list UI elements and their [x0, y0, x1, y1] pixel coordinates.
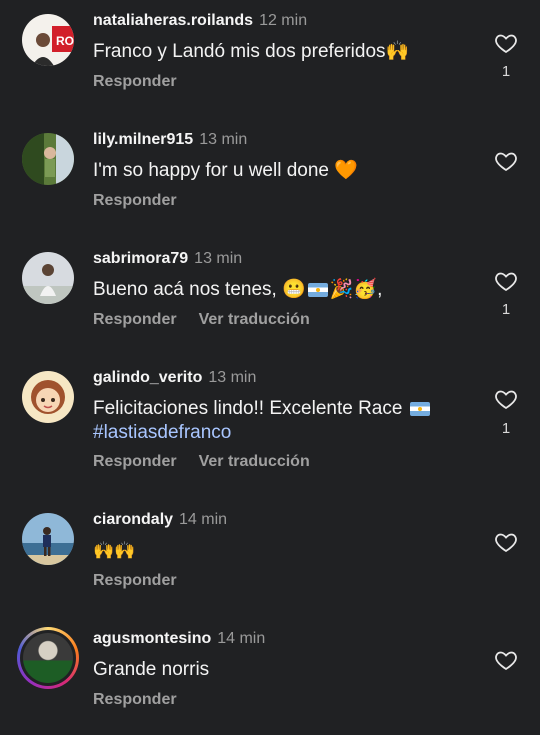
comment-time: 13 min [208, 369, 257, 386]
heart-outline-icon[interactable] [494, 269, 518, 293]
comment-username[interactable]: agusmontesino [93, 630, 211, 647]
reply-button[interactable]: Responder [93, 572, 177, 589]
heart-outline-icon[interactable] [494, 530, 518, 554]
comment-text-main: Bueno acá nos tenes, 😬 [93, 279, 306, 300]
like-count: 1 [501, 420, 511, 437]
comment-time: 14 min [179, 511, 228, 528]
comment-username[interactable]: ciarondaly [93, 511, 173, 528]
comment-time: 12 min [259, 12, 308, 29]
heart-outline-icon[interactable] [494, 149, 518, 173]
comment-meta: sabrimora79 13 min [93, 250, 242, 268]
comment-time: 13 min [199, 131, 248, 148]
comment-text-tail: 🎉🥳, [329, 279, 383, 300]
avatar[interactable] [22, 133, 74, 185]
comment-text: Felicitaciones lindo!! Excelente Race #l… [93, 397, 443, 445]
avatar-image [23, 633, 73, 683]
argentina-flag-icon [307, 282, 328, 297]
avatar[interactable] [22, 371, 74, 423]
comment-text: Franco y Landó mis dos preferidos🙌 [93, 41, 410, 62]
comment-username[interactable]: nataliaheras.roilands [93, 12, 253, 29]
like-count: 1 [501, 301, 511, 318]
comment-meta: agusmontesino 14 min [93, 630, 265, 648]
hashtag-link[interactable]: #lastiasdefranco [93, 421, 443, 445]
comment-actions: Responder [93, 73, 177, 91]
comment-username[interactable]: sabrimora79 [93, 250, 188, 267]
see-translation-button[interactable]: Ver traducción [199, 453, 310, 470]
reply-button[interactable]: Responder [93, 691, 177, 708]
comment-text: Grande norris [93, 659, 210, 680]
comment-text: 🙌🙌 [93, 541, 136, 561]
heart-outline-icon[interactable] [494, 31, 518, 55]
argentina-flag-icon [409, 401, 430, 416]
avatar[interactable] [22, 513, 74, 565]
reply-button[interactable]: Responder [93, 453, 177, 470]
comment-meta: nataliaheras.roilands 12 min [93, 12, 307, 30]
comment-time: 13 min [194, 250, 243, 267]
comment-time: 14 min [217, 630, 266, 647]
like-count: 1 [501, 63, 511, 80]
comment-username[interactable]: lily.milner915 [93, 131, 193, 148]
avatar [20, 630, 76, 686]
comment-text-main: Felicitaciones lindo!! Excelente Race [93, 398, 403, 419]
avatar[interactable]: RO [22, 14, 74, 66]
avatar-story-ring[interactable] [17, 627, 79, 689]
comment-actions: Responder Ver traducción [93, 311, 310, 329]
heart-outline-icon[interactable] [494, 648, 518, 672]
heart-outline-icon[interactable] [494, 387, 518, 411]
see-translation-button[interactable]: Ver traducción [199, 311, 310, 328]
comment-actions: Responder [93, 572, 177, 590]
comment-actions: Responder [93, 192, 177, 210]
comment-meta: ciarondaly 14 min [93, 511, 227, 529]
avatar[interactable] [22, 252, 74, 304]
comment-text: Bueno acá nos tenes, 😬 🎉🥳, [93, 278, 443, 302]
reply-button[interactable]: Responder [93, 192, 177, 209]
comment-username[interactable]: galindo_verito [93, 369, 202, 386]
svg-text:RO: RO [56, 34, 74, 48]
comment-actions: Responder [93, 691, 177, 709]
comment-text: I'm so happy for u well done 🧡 [93, 160, 358, 181]
comment-meta: galindo_verito 13 min [93, 369, 256, 387]
reply-button[interactable]: Responder [93, 73, 177, 90]
reply-button[interactable]: Responder [93, 311, 177, 328]
comment-meta: lily.milner915 13 min [93, 131, 247, 149]
comment-actions: Responder Ver traducción [93, 453, 310, 471]
